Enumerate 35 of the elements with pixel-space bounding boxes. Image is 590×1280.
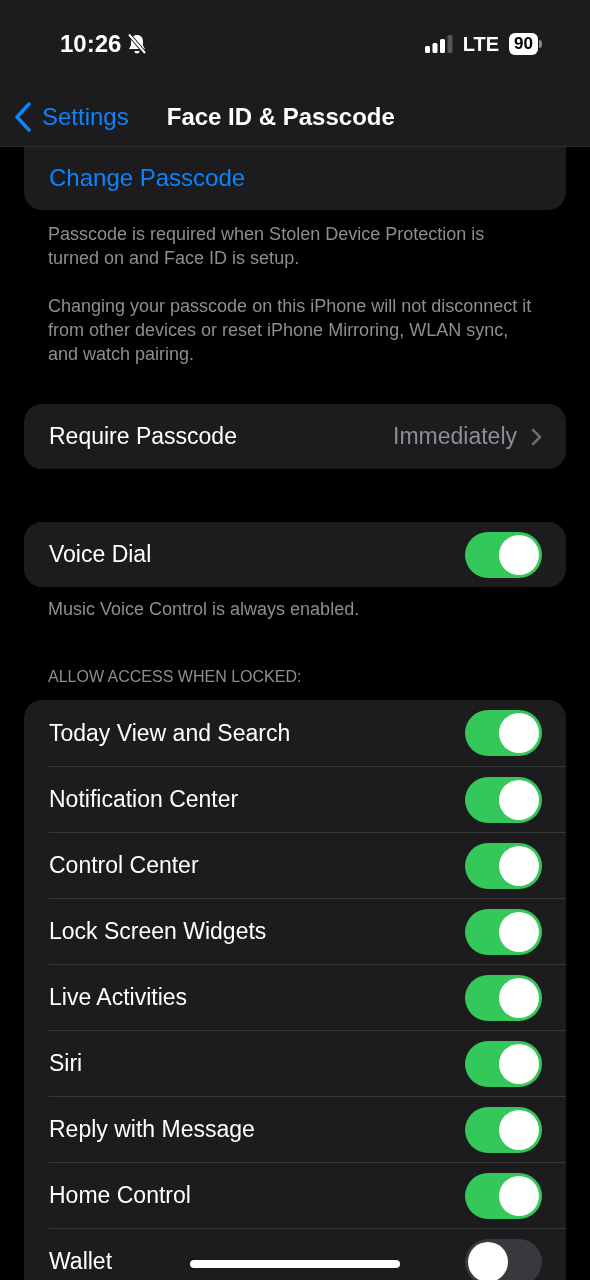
toggle-switch[interactable] xyxy=(465,1172,542,1219)
row-label: Require Passcode xyxy=(49,422,237,452)
footnote-text: Changing your passcode on this iPhone will not disconnect it from other devices or reset iPhone Mirroring, WLAN sync, and watch pairing. xyxy=(48,295,533,366)
toggle-switch[interactable] xyxy=(465,842,542,889)
toggle-switch[interactable] xyxy=(465,531,542,578)
toggle-switch[interactable] xyxy=(465,908,542,955)
row-label: Live Activities xyxy=(49,983,188,1013)
toggle-switch[interactable] xyxy=(465,710,542,756)
row-label: Lock Screen Widgets xyxy=(49,917,267,947)
toggle-switch[interactable] xyxy=(465,1238,542,1280)
toggle-switch[interactable] xyxy=(465,1106,542,1153)
row-label: Reply with Message xyxy=(49,1115,255,1145)
row-value: Immediately xyxy=(393,422,517,452)
chevron-right-icon xyxy=(531,427,542,446)
toggle-switch[interactable] xyxy=(465,776,542,823)
page-title: Face ID & Passcode xyxy=(166,102,395,132)
row-label: Wallet xyxy=(49,1247,113,1277)
section-header: ALLOW ACCESS WHEN LOCKED: xyxy=(47,667,303,687)
row-label: Today View and Search xyxy=(49,718,291,748)
toggle-switch[interactable] xyxy=(465,974,542,1021)
back-link[interactable]: Settings xyxy=(0,99,129,135)
row-label: Voice Dial xyxy=(49,540,152,570)
status-time: 10:26 xyxy=(60,29,122,59)
toggle-switch[interactable] xyxy=(465,1040,542,1087)
row-label: Siri xyxy=(49,1049,83,1079)
network-label: LTE xyxy=(462,32,500,57)
battery-indicator: 90 xyxy=(509,33,542,55)
row-label: Notification Center xyxy=(49,785,239,815)
row-label: Control Center xyxy=(49,851,199,881)
back-chevron-icon[interactable] xyxy=(14,102,32,132)
row-label: Home Control xyxy=(49,1181,191,1211)
footnote-text: Music Voice Control is always enabled. xyxy=(47,598,361,621)
require-passcode-row[interactable]: Require Passcode Immediately xyxy=(24,404,566,469)
signal-icon xyxy=(424,35,453,53)
footnote-text: Passcode is required when Stolen Device Protection is turned on and Face ID is setup. xyxy=(48,223,486,270)
